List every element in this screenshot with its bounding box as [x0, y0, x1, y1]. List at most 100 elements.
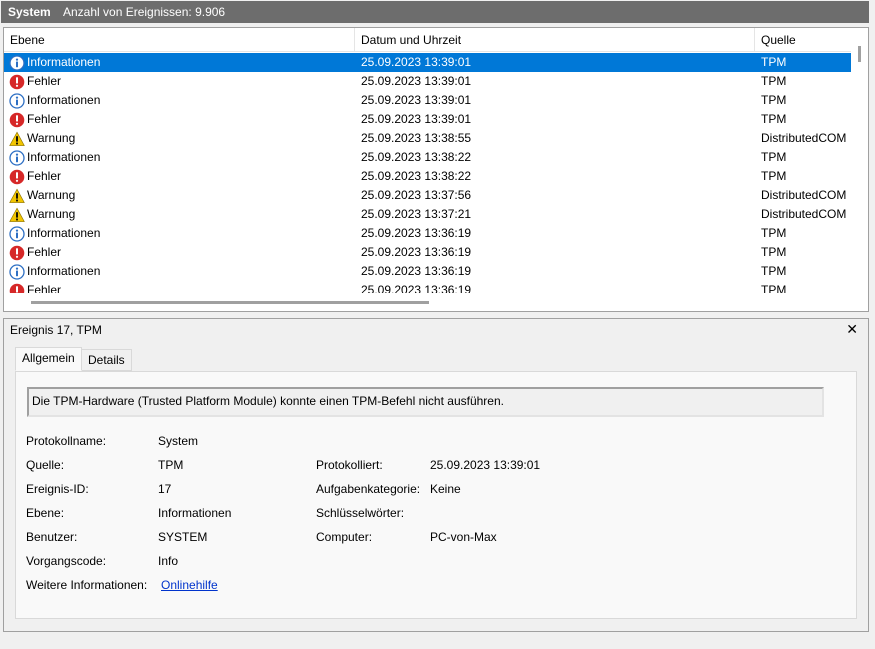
event-detail-header: Ereignis 17, TPM ✕	[3, 318, 869, 341]
event-level: Informationen	[27, 55, 101, 69]
event-datetime: 25.09.2023 13:36:19	[361, 245, 472, 259]
value-vorgangscode: Info	[158, 554, 179, 568]
event-level: Informationen	[27, 150, 101, 164]
label-protokollname: Protokollname:	[26, 434, 107, 448]
event-level: Informationen	[27, 226, 101, 240]
close-icon[interactable]: ✕	[846, 321, 858, 338]
event-count: Anzahl von Ereignissen: 9.906	[63, 5, 226, 19]
events-list[interactable]: Ebene Datum und Uhrzeit Quelle Informati…	[3, 27, 869, 312]
event-message-box[interactable]: Die TPM-Hardware (Trusted Platform Modul…	[27, 387, 824, 417]
event-source: TPM	[761, 245, 787, 259]
event-source: TPM	[761, 169, 787, 183]
label-schluesselwoerter: Schlüsselwörter:	[316, 506, 405, 520]
event-datetime: 25.09.2023 13:38:22	[361, 150, 472, 164]
event-datetime: 25.09.2023 13:39:01	[361, 55, 472, 69]
event-source: TPM	[761, 55, 787, 69]
event-source: TPM	[761, 74, 787, 88]
tab-allgemein[interactable]: Allgemein	[15, 347, 82, 371]
event-datetime: 25.09.2023 13:39:01	[361, 93, 472, 107]
label-benutzer: Benutzer:	[26, 530, 78, 544]
event-level-cell: Warnung	[9, 186, 75, 205]
onlinehilfe-link[interactable]: Onlinehilfe	[161, 578, 218, 592]
event-level-cell: Fehler	[9, 72, 61, 91]
event-datetime: 25.09.2023 13:38:22	[361, 169, 472, 183]
event-level-cell: Informationen	[9, 53, 100, 72]
event-datetime: 25.09.2023 13:39:01	[361, 74, 472, 88]
event-row[interactable]: Fehler 25.09.2023 13:39:01 TPM	[4, 72, 852, 91]
event-row[interactable]: Informationen 25.09.2023 13:39:01 TPM	[4, 91, 852, 110]
event-level-cell: Informationen	[9, 148, 100, 167]
event-row[interactable]: Warnung 25.09.2023 13:37:56 DistributedCOM	[4, 186, 852, 205]
info-icon	[9, 263, 25, 280]
event-level: Fehler	[27, 112, 62, 126]
event-source: TPM	[761, 226, 787, 240]
value-protokollname: System	[158, 434, 199, 448]
label-vorgangscode: Vorgangscode:	[26, 554, 107, 568]
label-ereignis-id: Ereignis-ID:	[26, 482, 89, 496]
event-datetime: 25.09.2023 13:37:56	[361, 188, 472, 202]
event-detail-panel: Allgemein Details Die TPM-Hardware (Trus…	[3, 340, 869, 632]
event-level-cell: Fehler	[9, 167, 61, 186]
event-datetime: 25.09.2023 13:37:21	[361, 207, 472, 221]
event-datetime: 25.09.2023 13:38:55	[361, 131, 472, 145]
log-header-bar: System Anzahl von Ereignissen: 9.906	[1, 1, 869, 23]
event-row[interactable]: Informationen 25.09.2023 13:36:19 TPM	[4, 224, 852, 243]
column-header-source[interactable]: Quelle	[755, 28, 852, 52]
scrollbar-thumb[interactable]	[858, 46, 861, 62]
tab-panel-allgemein: Die TPM-Hardware (Trusted Platform Modul…	[15, 371, 857, 619]
value-benutzer: SYSTEM	[158, 530, 208, 544]
event-level: Warnung	[27, 188, 76, 202]
event-level-cell: Fehler	[9, 243, 61, 262]
error-icon	[9, 245, 25, 261]
value-ereignis-id: 17	[158, 482, 172, 496]
event-row[interactable]: Warnung 25.09.2023 13:37:21 DistributedCOM	[4, 205, 852, 224]
log-name: System	[8, 5, 51, 19]
event-message: Die TPM-Hardware (Trusted Platform Modul…	[32, 394, 504, 408]
info-icon	[9, 92, 25, 109]
event-level: Informationen	[27, 264, 101, 278]
event-row[interactable]: Fehler 25.09.2023 13:38:22 TPM	[4, 167, 852, 186]
event-datetime: 25.09.2023 13:36:19	[361, 264, 472, 278]
event-source: DistributedCOM	[761, 207, 847, 221]
event-source: TPM	[761, 264, 787, 278]
label-computer: Computer:	[316, 530, 373, 544]
event-source: DistributedCOM	[761, 188, 847, 202]
label-protokolliert: Protokolliert:	[316, 458, 383, 472]
label-ebene: Ebene:	[26, 506, 65, 520]
value-quelle: TPM	[158, 458, 184, 472]
event-row[interactable]: Informationen 25.09.2023 13:38:22 TPM	[4, 148, 852, 167]
error-icon	[9, 74, 25, 90]
event-level-cell: Fehler	[9, 110, 61, 129]
label-quelle: Quelle:	[26, 458, 65, 472]
event-datetime: 25.09.2023 13:39:01	[361, 112, 472, 126]
event-level-cell: Informationen	[9, 91, 100, 110]
column-header-datetime[interactable]: Datum und Uhrzeit	[355, 28, 755, 52]
events-rows: Informationen 25.09.2023 13:39:01 TPM Fehle…	[4, 53, 852, 300]
horizontal-scrollbar[interactable]	[4, 293, 852, 311]
info-icon	[9, 54, 25, 71]
event-row[interactable]: Fehler 25.09.2023 13:36:19 TPM	[4, 243, 852, 262]
error-icon	[9, 169, 25, 185]
event-level-cell: Informationen	[9, 224, 100, 243]
event-level: Warnung	[27, 131, 76, 145]
warning-icon	[9, 131, 25, 147]
label-weitere-informationen: Weitere Informationen:	[26, 578, 148, 592]
event-row[interactable]: Informationen 25.09.2023 13:36:19 TPM	[4, 262, 852, 281]
column-header-row: Ebene Datum und Uhrzeit Quelle	[4, 28, 852, 52]
scrollbar-thumb[interactable]	[31, 301, 429, 304]
warning-icon	[9, 207, 25, 223]
event-level: Informationen	[27, 93, 101, 107]
event-level: Fehler	[27, 169, 62, 183]
event-level: Warnung	[27, 207, 76, 221]
column-header-level[interactable]: Ebene	[4, 28, 355, 52]
event-datetime: 25.09.2023 13:36:19	[361, 226, 472, 240]
tab-details[interactable]: Details	[81, 349, 132, 371]
event-level: Fehler	[27, 74, 62, 88]
label-aufgabenkategorie: Aufgabenkategorie:	[316, 482, 421, 496]
value-computer: PC-von-Max	[430, 530, 497, 544]
event-row[interactable]: Fehler 25.09.2023 13:39:01 TPM	[4, 110, 852, 129]
event-row[interactable]: Informationen 25.09.2023 13:39:01 TPM	[4, 53, 852, 72]
vertical-scrollbar[interactable]	[851, 28, 868, 293]
event-row[interactable]: Warnung 25.09.2023 13:38:55 DistributedCOM	[4, 129, 852, 148]
event-source: TPM	[761, 150, 787, 164]
